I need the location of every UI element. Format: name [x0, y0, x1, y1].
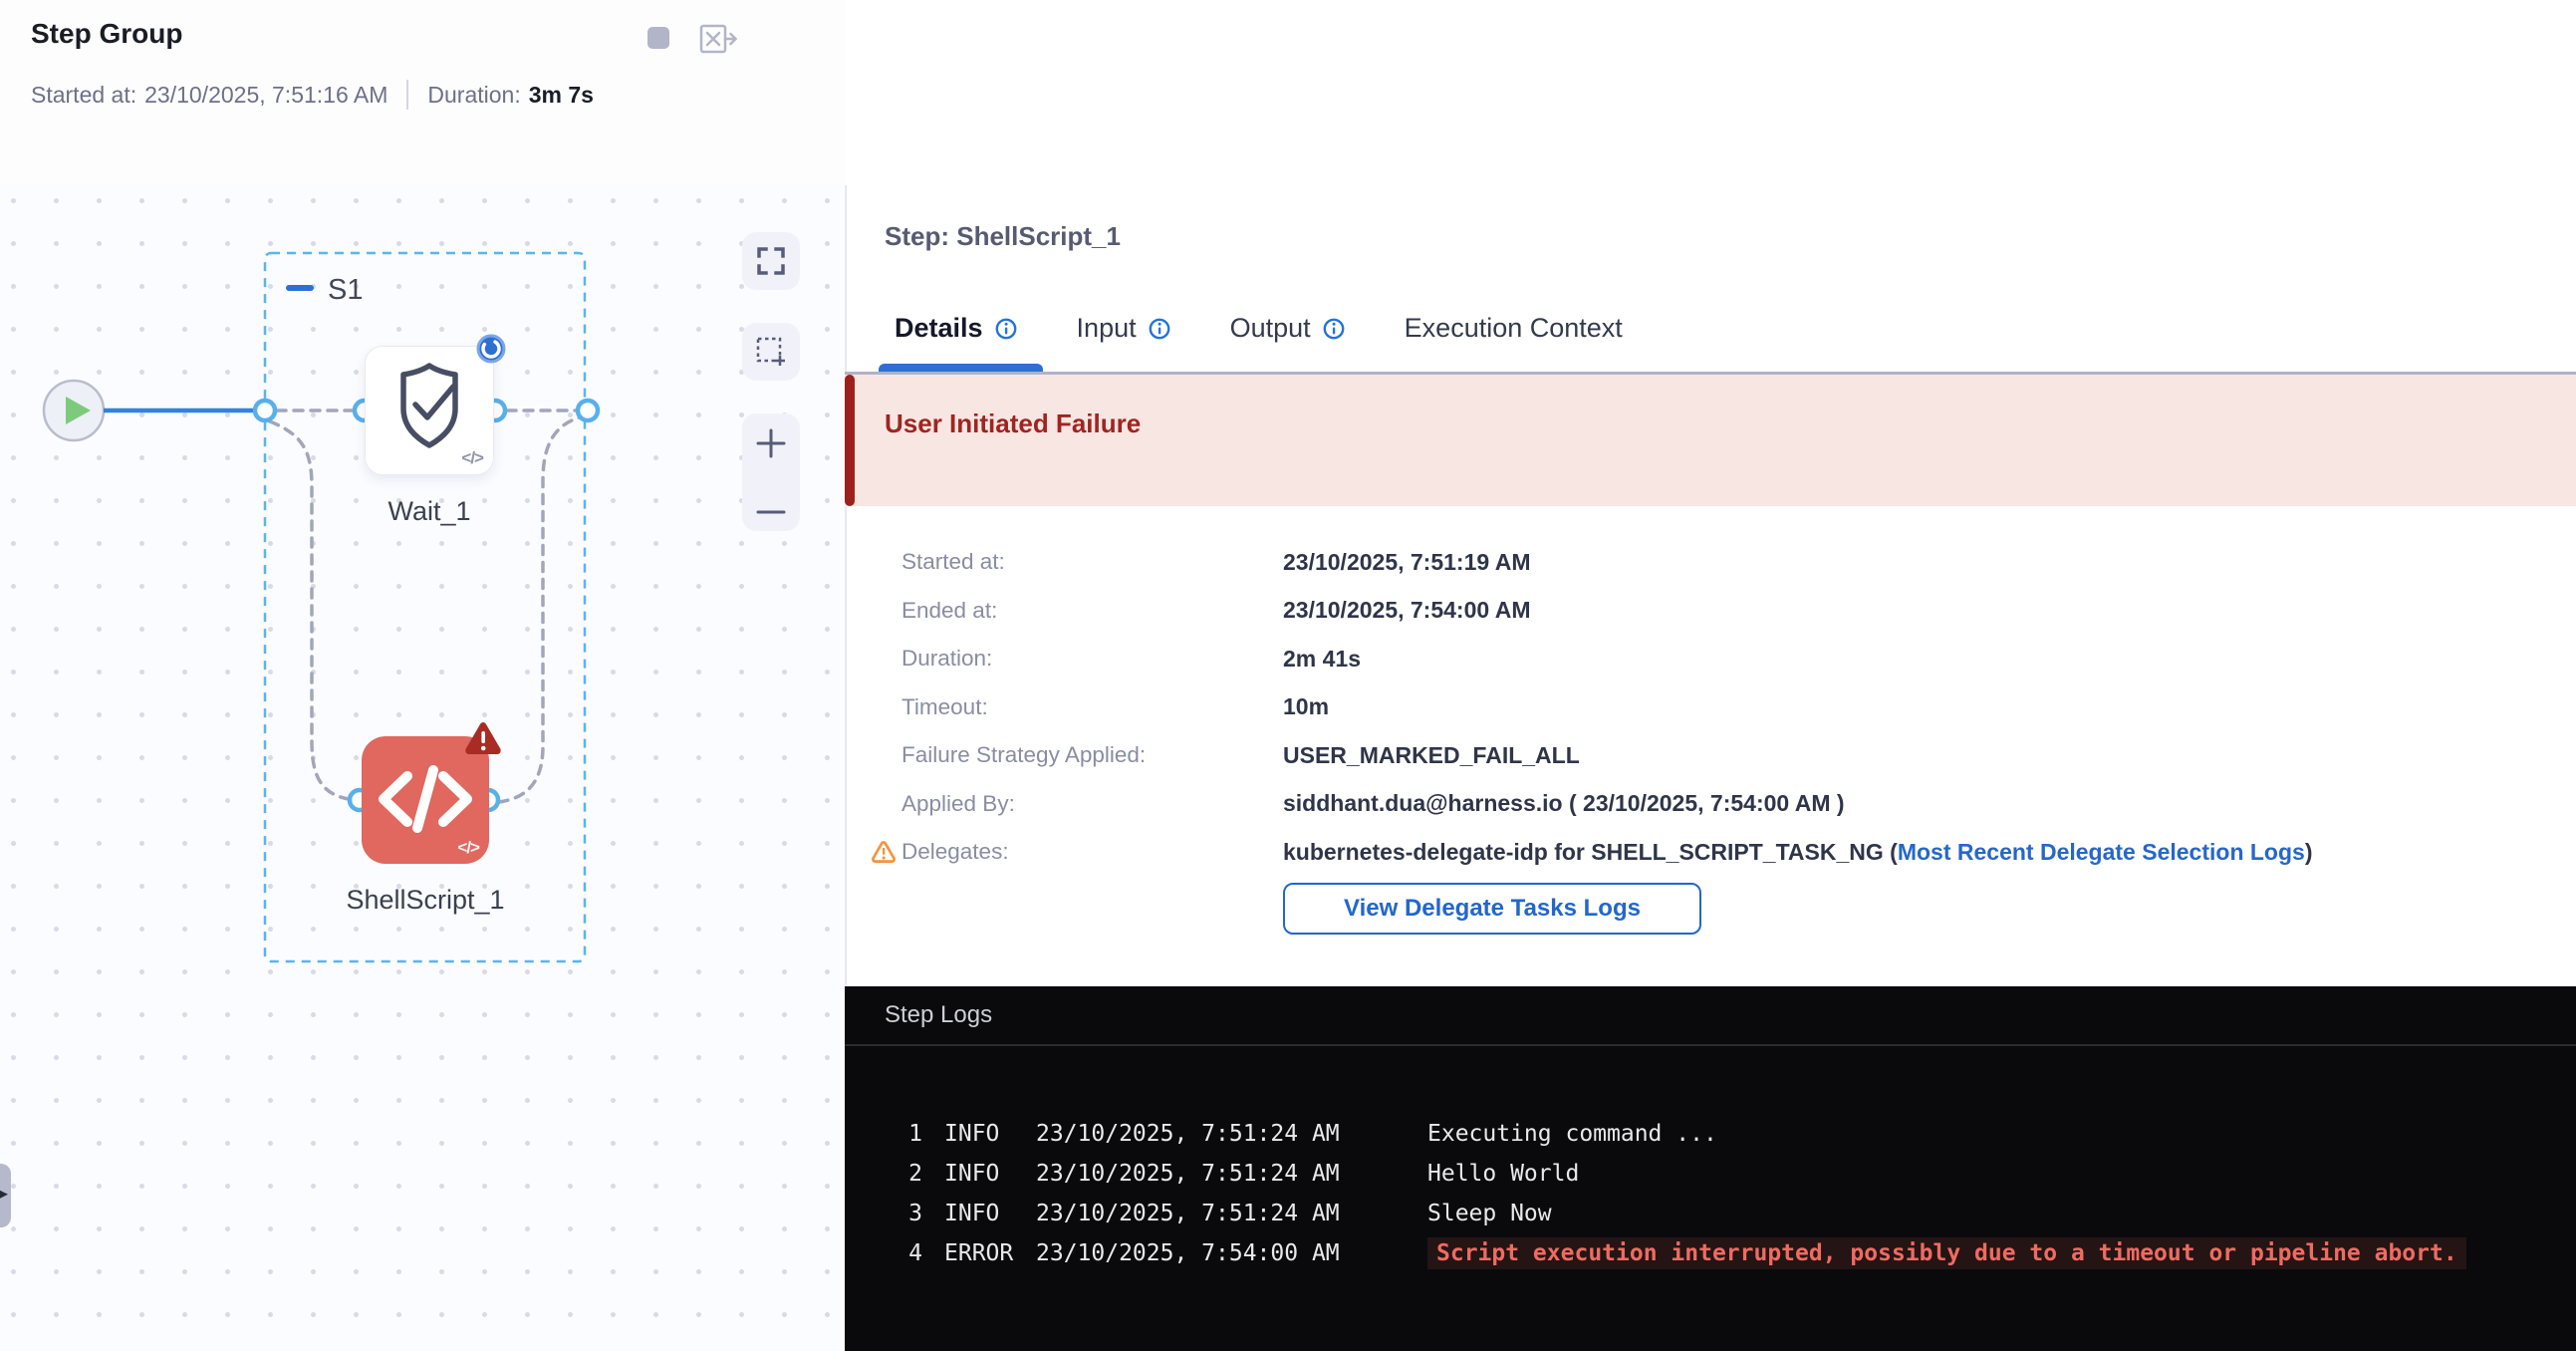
tab-details[interactable]: Details [895, 313, 1017, 344]
panel-title: Step: ShellScript_1 [885, 221, 1121, 252]
shield-check-icon [366, 347, 492, 464]
tab-execution-context[interactable]: Execution Context [1405, 313, 1623, 344]
node-label-wait-1: Wait_1 [340, 496, 519, 527]
page-title: Step Group [31, 18, 182, 50]
step-group-execution-view: Step Group Started at: 23/10/2025, 7:51:… [0, 0, 2576, 1351]
stage-group-label: S1 [328, 274, 363, 306]
marquee-select-button[interactable] [742, 323, 800, 381]
running-spinner-icon [475, 333, 507, 370]
zoom-out-icon[interactable] [755, 507, 787, 517]
detail-tabs: Details Input Output [895, 313, 1623, 344]
divider [406, 80, 408, 110]
step-logs-title: Step Logs [845, 986, 2576, 1046]
node-wait-1[interactable]: </> [365, 346, 494, 475]
panel-divider [845, 185, 847, 986]
zoom-in-icon[interactable] [755, 427, 787, 459]
node-label-shellscript-1: ShellScript_1 [326, 885, 525, 916]
code-icon: </> [461, 448, 483, 468]
connector-point[interactable] [578, 401, 598, 420]
duration-label: Duration: [427, 82, 520, 109]
failure-banner: User Initiated Failure [845, 375, 2576, 506]
started-at-value: 23/10/2025, 7:51:16 AM [144, 82, 387, 109]
log-line: 2 INFO 23/10/2025, 7:51:24 AM Hello Worl… [845, 1154, 2576, 1194]
detail-row: Timeout: 10m [902, 683, 2535, 732]
detail-row: Started at: 23/10/2025, 7:51:19 AM [902, 538, 2535, 587]
info-icon[interactable] [1149, 318, 1170, 340]
failure-banner-accent [845, 375, 855, 506]
duration-value: 3m 7s [529, 82, 594, 109]
connector-point[interactable] [255, 401, 275, 420]
log-line-error: 4 ERROR 23/10/2025, 7:54:00 AM Script ex… [845, 1233, 2576, 1273]
marquee-select-icon [756, 337, 786, 367]
panel-expand-handle[interactable] [0, 1164, 11, 1227]
tab-output[interactable]: Output [1230, 313, 1345, 344]
tab-input[interactable]: Input [1077, 313, 1170, 344]
info-icon[interactable] [1323, 318, 1345, 340]
warning-triangle-icon [463, 720, 503, 761]
warning-triangle-icon [872, 841, 896, 868]
log-line: 3 INFO 23/10/2025, 7:51:24 AM Sleep Now [845, 1194, 2576, 1233]
delegate-value: kubernetes-delegate-idp for SHELL_SCRIPT… [1283, 839, 1898, 865]
fit-view-button[interactable] [742, 232, 800, 290]
detail-row-delegates: Delegates: kubernetes-delegate-idp for S… [902, 828, 2535, 877]
zoom-controls[interactable] [742, 413, 800, 531]
detail-row: Failure Strategy Applied: USER_MARKED_FA… [902, 731, 2535, 780]
detail-row: Applied By: siddhant.dua@harness.io ( 23… [902, 780, 2535, 829]
view-delegate-tasks-logs-button[interactable]: View Delegate Tasks Logs [1283, 883, 1701, 935]
log-line: 1 INFO 23/10/2025, 7:51:24 AM Executing … [845, 1114, 2576, 1154]
step-logs-console[interactable]: Step Logs 1 INFO 23/10/2025, 7:51:24 AM … [845, 986, 2576, 1351]
delegate-selection-logs-link[interactable]: Most Recent Delegate Selection Logs [1898, 839, 2305, 865]
started-at-label: Started at: [31, 82, 136, 109]
stop-square-icon[interactable] [647, 27, 669, 49]
step-details-panel: Step: ShellScript_1 Details Input [845, 0, 2576, 1351]
failure-banner-text: User Initiated Failure [885, 408, 1141, 439]
step-detail-fields: Started at: 23/10/2025, 7:51:19 AM Ended… [902, 538, 2535, 877]
export-icon[interactable] [699, 24, 737, 59]
dashed-edge [270, 421, 349, 799]
log-lines: 1 INFO 23/10/2025, 7:51:24 AM Executing … [845, 1046, 2576, 1273]
fit-view-icon [757, 247, 785, 275]
dashed-edge [499, 417, 580, 802]
pipeline-graph-canvas[interactable]: S1 [0, 185, 843, 1351]
detail-row: Duration: 2m 41s [902, 635, 2535, 683]
detail-row: Ended at: 23/10/2025, 7:54:00 AM [902, 587, 2535, 636]
execution-meta: Started at: 23/10/2025, 7:51:16 AM Durat… [31, 80, 594, 110]
info-icon[interactable] [995, 318, 1017, 340]
node-shellscript-1[interactable]: </> [362, 736, 489, 864]
code-icon: </> [457, 838, 479, 858]
